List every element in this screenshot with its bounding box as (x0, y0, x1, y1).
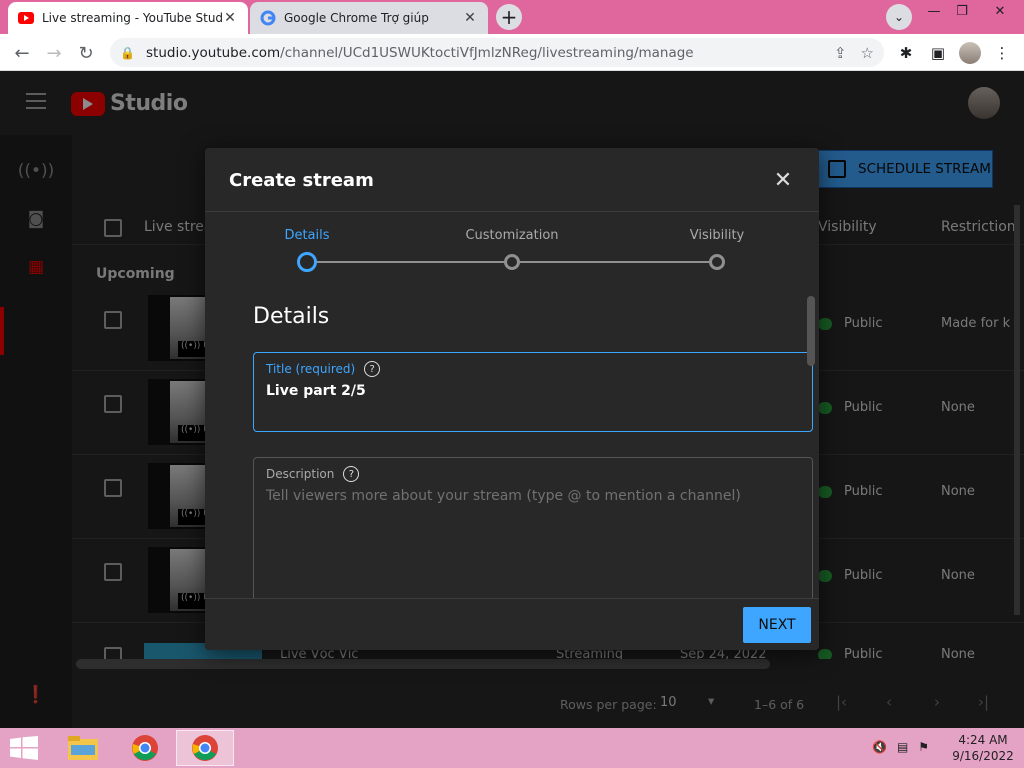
help-icon[interactable]: ? (343, 466, 360, 482)
network-icon[interactable]: ▤ (897, 740, 908, 754)
reload-icon[interactable]: ↻ (72, 39, 100, 67)
create-stream-dialog: Create stream ✕ Details Customization Vi… (205, 148, 819, 650)
browser-tab-strip: Live streaming - YouTube Studio ✕ Google… (0, 0, 1024, 34)
file-explorer-icon[interactable] (54, 730, 112, 766)
tab-title: Live streaming - YouTube Studio (42, 11, 222, 25)
next-button[interactable]: NEXT (743, 607, 811, 643)
step-visibility[interactable]: Visibility (657, 228, 777, 243)
profile-avatar[interactable] (956, 39, 984, 67)
dialog-footer: NEXT (205, 598, 819, 650)
action-center-icon[interactable]: ⚑ (918, 740, 929, 754)
lock-icon: 🔒 (120, 45, 135, 60)
section-title: Details (253, 304, 330, 329)
volume-muted-icon[interactable]: 🔇 (872, 740, 887, 754)
bookmark-star-icon[interactable]: ☆ (861, 44, 874, 62)
side-panel-icon[interactable]: ▣ (924, 39, 952, 67)
tab-chrome-help[interactable]: Google Chrome Trợ giúp ✕ (250, 2, 488, 34)
windows-start-icon[interactable] (10, 736, 38, 760)
chrome-taskbar-icon-active[interactable] (176, 730, 234, 766)
browser-menu-icon[interactable]: ⋮ (988, 39, 1016, 67)
stepper: Details Customization Visibility (205, 212, 819, 282)
url-text: studio.youtube.com/channel/UCd1USWUKtoct… (146, 44, 694, 61)
close-tab-icon[interactable]: ✕ (222, 10, 238, 26)
google-icon (260, 10, 276, 26)
dialog-title: Create stream (229, 170, 374, 191)
address-bar[interactable]: 🔒 studio.youtube.com/channel/UCd1USWUKto… (110, 38, 884, 67)
title-input[interactable]: Live part 2/5 (266, 383, 366, 399)
taskbar-clock[interactable]: 4:24 AM 9/16/2022 (948, 732, 1018, 764)
step-customization-dot[interactable] (504, 254, 520, 270)
step-customization[interactable]: Customization (452, 228, 572, 243)
description-field[interactable]: Description ? Tell viewers more about yo… (253, 457, 813, 598)
tab-youtube-studio[interactable]: Live streaming - YouTube Studio ✕ (8, 2, 248, 34)
step-visibility-dot[interactable] (709, 254, 725, 270)
tab-title: Google Chrome Trợ giúp (284, 11, 429, 25)
windows-taskbar: 🔇 ▤ ⚑ 4:24 AM 9/16/2022 (0, 728, 1024, 768)
close-icon[interactable]: ✕ (771, 168, 795, 193)
chrome-taskbar-icon[interactable] (116, 730, 174, 766)
youtube-icon (18, 10, 34, 26)
forward-icon[interactable]: → (40, 39, 68, 67)
share-icon[interactable]: ⇪ (834, 44, 847, 62)
clock-time: 4:24 AM (958, 733, 1008, 747)
dialog-scrollbar[interactable] (807, 296, 815, 366)
dialog-header: Create stream ✕ (205, 148, 819, 212)
new-tab-button[interactable]: + (496, 4, 522, 30)
description-field-label: Description ? (266, 466, 360, 482)
description-input[interactable]: Tell viewers more about your stream (typ… (266, 488, 741, 504)
dialog-body: Details Title (required) ? Live part 2/5… (205, 282, 819, 598)
close-tab-icon[interactable]: ✕ (462, 10, 478, 26)
clock-date: 9/16/2022 (952, 749, 1014, 763)
back-icon[interactable]: ← (8, 39, 36, 67)
close-window-icon[interactable]: ✕ (984, 0, 1016, 22)
restore-icon[interactable]: ❐ (946, 0, 978, 22)
title-field-label: Title (required) ? (266, 361, 381, 377)
browser-toolbar: ← → ↻ 🔒 studio.youtube.com/channel/UCd1U… (0, 34, 1024, 71)
help-icon[interactable]: ? (364, 361, 381, 377)
step-details-dot[interactable] (297, 252, 317, 272)
tab-search-icon[interactable]: ⌄ (886, 4, 912, 30)
system-tray: 🔇 ▤ ⚑ (872, 740, 929, 754)
extensions-icon[interactable]: ✱ (892, 39, 920, 67)
title-field[interactable]: Title (required) ? Live part 2/5 (253, 352, 813, 432)
step-details[interactable]: Details (247, 228, 367, 243)
